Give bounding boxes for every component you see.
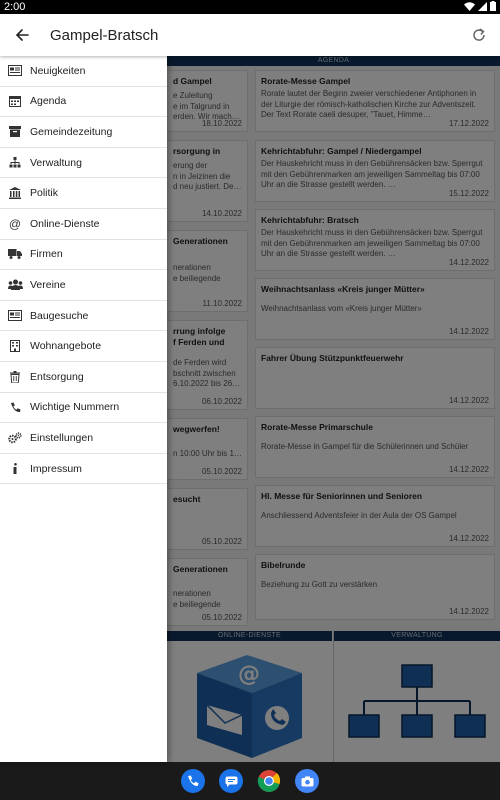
signal-icon	[478, 1, 487, 11]
drawer-item-baugesuche[interactable]: Baugesuche	[0, 301, 167, 332]
drawer-item-firmen[interactable]: Firmen	[0, 240, 167, 271]
newspaper-icon	[8, 310, 22, 322]
drawer-item-einstellungen[interactable]: Einstellungen	[0, 423, 167, 454]
status-time: 2:00	[4, 1, 26, 13]
status-bar: 2:00	[0, 0, 500, 14]
drawer-item-label: Firmen	[30, 248, 63, 261]
calendar-icon	[9, 96, 21, 108]
drawer-item-online-dienste[interactable]: @ Online-Dienste	[0, 209, 167, 240]
trash-icon	[10, 370, 20, 383]
drawer-item-label: Agenda	[30, 95, 67, 108]
phone-app-icon[interactable]	[181, 769, 205, 793]
institution-icon	[9, 187, 21, 200]
at-icon: @	[8, 216, 22, 231]
messages-app-icon[interactable]	[219, 769, 243, 793]
back-arrow-icon[interactable]	[12, 25, 32, 45]
app-title: Gampel-Bratsch	[50, 27, 159, 44]
wifi-icon	[464, 1, 475, 11]
sitemap-icon	[9, 157, 21, 168]
drawer-item-label: Impressum	[30, 462, 82, 475]
drawer-item-vereine[interactable]: Vereine	[0, 270, 167, 301]
camera-app-icon[interactable]	[295, 769, 319, 793]
refresh-icon[interactable]	[470, 26, 488, 44]
drawer-item-gemeindezeitung[interactable]: Gemeindezeitung	[0, 117, 167, 148]
drawer-item-wichtige-nummern[interactable]: Wichtige Nummern	[0, 393, 167, 424]
info-icon	[13, 463, 17, 475]
drawer-item-label: Vereine	[30, 278, 66, 291]
drawer-item-label: Online-Dienste	[30, 217, 100, 230]
newspaper-icon	[8, 65, 22, 77]
gears-icon	[8, 432, 22, 444]
drawer-item-label: Verwaltung	[30, 156, 82, 169]
phone-icon	[10, 402, 20, 412]
drawer-item-impressum[interactable]: Impressum	[0, 454, 167, 485]
status-icons	[464, 1, 496, 11]
truck-icon	[8, 249, 22, 260]
drawer-item-label: Neuigkeiten	[30, 64, 86, 77]
drawer-item-agenda[interactable]: Agenda	[0, 87, 167, 118]
drawer-item-label: Wohnangebote	[30, 340, 102, 353]
chrome-app-icon[interactable]	[257, 769, 281, 793]
drawer-item-label: Politik	[30, 187, 59, 200]
archive-icon	[9, 126, 21, 138]
building-icon	[10, 340, 20, 353]
drawer-item-label: Gemeindezeitung	[30, 125, 113, 138]
navigation-drawer: Neuigkeiten Agenda Gemeindezeitung Verwa…	[0, 56, 167, 762]
drawer-item-entsorgung[interactable]: Entsorgung	[0, 362, 167, 393]
app-bar: Gampel-Bratsch	[0, 14, 500, 56]
users-icon	[7, 279, 23, 291]
drawer-item-label: Einstellungen	[30, 431, 94, 444]
drawer-item-neuigkeiten[interactable]: Neuigkeiten	[0, 56, 167, 87]
drawer-item-label: Wichtige Nummern	[30, 401, 120, 414]
battery-icon	[490, 1, 496, 11]
drawer-item-wohnangebote[interactable]: Wohnangebote	[0, 331, 167, 362]
drawer-item-label: Entsorgung	[30, 370, 84, 383]
system-dock	[0, 762, 500, 800]
drawer-item-politik[interactable]: Politik	[0, 178, 167, 209]
drawer-item-label: Baugesuche	[30, 309, 89, 322]
drawer-item-verwaltung[interactable]: Verwaltung	[0, 148, 167, 179]
